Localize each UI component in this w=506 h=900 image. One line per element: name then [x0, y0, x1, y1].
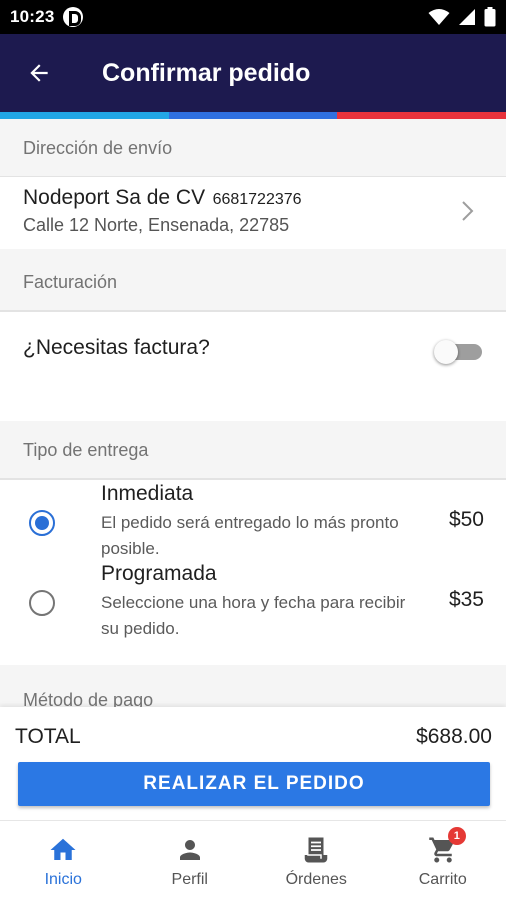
- total-value: $688.00: [416, 725, 492, 748]
- invoice-toggle-thumb: [434, 340, 458, 364]
- nav-label: Inicio: [44, 871, 82, 888]
- delivery-option-price: $50: [448, 508, 484, 531]
- delivery-option-description: Seleccione una hora y fecha para recibir…: [101, 593, 406, 638]
- home-icon: [46, 833, 80, 867]
- order-summary-bar: TOTAL $688.00 REALIZAR EL PEDIDO: [0, 707, 506, 820]
- shipping-address: Calle 12 Norte, Ensenada, 22785: [23, 215, 290, 235]
- chevron-right-icon: [462, 201, 474, 221]
- bottom-nav: Inicio Perfil Órdenes 1 Carrito: [0, 820, 506, 900]
- shipping-header: Dirección de envío: [0, 119, 506, 177]
- back-button[interactable]: [11, 45, 67, 101]
- wifi-icon: [428, 9, 450, 25]
- accent-segment-blue: [168, 112, 338, 119]
- nav-item-inicio[interactable]: Inicio: [0, 821, 127, 900]
- cart-badge: 1: [447, 827, 466, 845]
- signal-icon: [459, 9, 475, 25]
- delivery-option-price: $35: [448, 588, 484, 611]
- order-form: Dirección de envío Nodeport Sa de CV 668…: [0, 119, 506, 707]
- arrow-back-icon: [30, 64, 48, 82]
- app-notification-icon: [63, 7, 84, 27]
- delivery-option-title: Programada: [101, 562, 217, 585]
- accent-segment-red: [337, 112, 506, 119]
- nav-item-perfil[interactable]: Perfil: [127, 821, 254, 900]
- nav-item-ordenes[interactable]: Órdenes: [253, 821, 380, 900]
- nav-label: Perfil: [171, 871, 208, 888]
- total-label: TOTAL: [15, 725, 81, 748]
- nav-label: Órdenes: [285, 871, 347, 888]
- place-order-button[interactable]: REALIZAR EL PEDIDO: [18, 762, 490, 806]
- shipping-phone: 6681722376: [212, 191, 302, 208]
- app-bar: Confirmar pedido: [0, 34, 506, 112]
- accent-segment-cyan: [0, 112, 169, 119]
- nav-label: Carrito: [418, 871, 467, 888]
- status-time: 10:23: [10, 7, 55, 26]
- radio-programada[interactable]: [29, 590, 55, 616]
- payment-header: Método de pago: [0, 665, 506, 707]
- nav-item-carrito[interactable]: 1 Carrito: [380, 821, 506, 900]
- delivery-option-title: Inmediata: [101, 482, 194, 505]
- shipping-address-row[interactable]: Nodeport Sa de CV 6681722376 Calle 12 No…: [0, 177, 506, 249]
- delivery-options: Inmediata El pedido será entregado lo má…: [0, 479, 506, 665]
- page-title: Confirmar pedido: [102, 58, 311, 87]
- status-bar: 10:23: [0, 0, 506, 34]
- status-icons: [428, 7, 496, 27]
- receipt-icon: [299, 833, 333, 867]
- billing-header: Facturación: [0, 249, 506, 311]
- delivery-option-programada[interactable]: Programada Seleccione una hora y fecha p…: [0, 562, 506, 642]
- cart-icon: 1: [426, 827, 466, 867]
- invoice-toggle[interactable]: [434, 340, 484, 364]
- delivery-option-description: El pedido será entregado lo más pronto p…: [101, 513, 399, 558]
- shipping-name: Nodeport Sa de CV: [23, 186, 206, 209]
- delivery-header: Tipo de entrega: [0, 421, 506, 479]
- invoice-row: ¿Necesitas factura?: [0, 311, 506, 421]
- accent-strip: [0, 112, 506, 119]
- person-icon: [173, 833, 207, 867]
- battery-icon: [484, 7, 496, 27]
- delivery-option-inmediata[interactable]: Inmediata El pedido será entregado lo má…: [0, 482, 506, 562]
- radio-inmediata[interactable]: [29, 510, 55, 536]
- invoice-label: ¿Necesitas factura?: [23, 336, 210, 359]
